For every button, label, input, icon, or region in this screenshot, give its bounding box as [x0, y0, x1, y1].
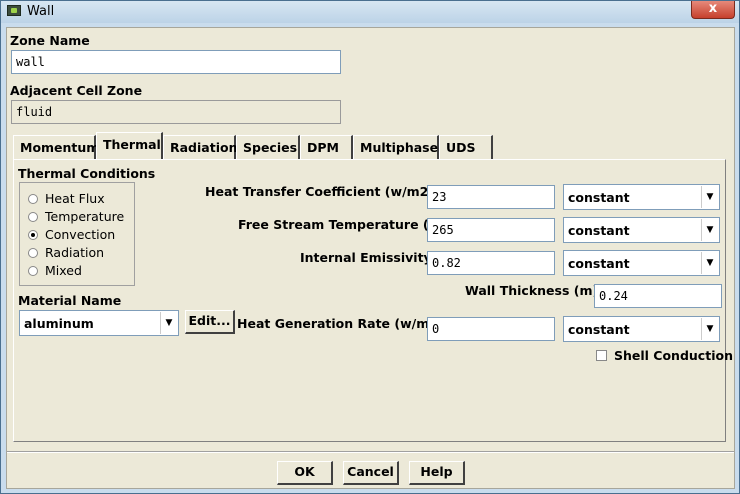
tab-multiphase[interactable]: Multiphase	[353, 135, 439, 159]
radio-temperature-label: Temperature	[45, 209, 125, 224]
chevron-down-icon: ▼	[160, 312, 177, 334]
hgr-label: Heat Generation Rate (w/m3)	[237, 316, 444, 331]
radio-heat-flux[interactable]	[28, 194, 38, 204]
htc-profile-value: constant	[568, 190, 630, 205]
chevron-down-icon: ▼	[701, 318, 718, 340]
hgr-profile-select[interactable]: constant ▼	[563, 316, 720, 342]
tab-uds[interactable]: UDS	[439, 135, 493, 159]
tab-momentum[interactable]: Momentum	[13, 135, 99, 159]
material-name-value: aluminum	[24, 316, 94, 331]
tab-thermal[interactable]: Thermal	[96, 132, 163, 160]
wall-thickness-label: Wall Thickness (m)	[465, 283, 599, 298]
chevron-down-icon: ▼	[701, 252, 718, 274]
material-name-label: Material Name	[18, 293, 122, 308]
help-button[interactable]: Help	[409, 461, 465, 485]
emissivity-profile-value: constant	[568, 256, 630, 271]
emissivity-label: Internal Emissivity	[300, 250, 432, 265]
tab-radiation[interactable]: Radiation	[163, 135, 237, 159]
radio-mixed-label: Mixed	[45, 263, 82, 278]
title-bar[interactable]: Wall x	[1, 1, 739, 23]
adjacent-cell-zone-field: fluid	[11, 100, 341, 124]
radio-mixed[interactable]	[28, 266, 38, 276]
wall-dialog-window: Wall x Zone Name wall Adjacent Cell Zone…	[0, 0, 740, 494]
ok-button[interactable]: OK	[277, 461, 333, 485]
radio-heat-flux-label: Heat Flux	[45, 191, 105, 206]
radio-convection[interactable]	[28, 230, 38, 240]
htc-label: Heat Transfer Coefficient (w/m2-k)	[205, 184, 448, 199]
emissivity-profile-select[interactable]: constant ▼	[563, 250, 720, 276]
chevron-down-icon: ▼	[701, 186, 718, 208]
close-button[interactable]: x	[691, 1, 735, 19]
htc-profile-select[interactable]: constant ▼	[563, 184, 720, 210]
htc-input[interactable]: 23	[427, 185, 555, 209]
cancel-button[interactable]: Cancel	[343, 461, 399, 485]
close-icon: x	[708, 1, 718, 16]
fst-input[interactable]: 265	[427, 218, 555, 242]
emissivity-input[interactable]: 0.82	[427, 251, 555, 275]
bottom-divider	[7, 451, 734, 453]
shell-conduction-label: Shell Conduction	[614, 348, 733, 363]
fst-profile-select[interactable]: constant ▼	[563, 217, 720, 243]
radio-convection-label: Convection	[45, 227, 116, 242]
zone-name-label: Zone Name	[10, 33, 90, 48]
radio-temperature[interactable]	[28, 212, 38, 222]
shell-conduction-checkbox[interactable]	[596, 350, 607, 361]
hgr-input[interactable]: 0	[427, 317, 555, 341]
material-name-select[interactable]: aluminum ▼	[19, 310, 179, 336]
dialog-body: Zone Name wall Adjacent Cell Zone fluid …	[6, 27, 735, 489]
tab-dpm[interactable]: DPM	[300, 135, 353, 159]
chevron-down-icon: ▼	[701, 219, 718, 241]
fluent-app-icon	[7, 5, 21, 16]
fst-label: Free Stream Temperature (k)	[238, 217, 443, 232]
window-title: Wall	[27, 4, 55, 19]
fst-profile-value: constant	[568, 223, 630, 238]
tab-species[interactable]: Species	[236, 135, 300, 159]
thermal-conditions-label: Thermal Conditions	[18, 166, 156, 181]
adjacent-cell-zone-label: Adjacent Cell Zone	[10, 83, 143, 98]
radio-radiation-label: Radiation	[45, 245, 105, 260]
radio-radiation[interactable]	[28, 248, 38, 258]
zone-name-input[interactable]: wall	[11, 50, 341, 74]
edit-material-button[interactable]: Edit...	[185, 310, 235, 334]
wall-thickness-input[interactable]: 0.24	[594, 284, 722, 308]
hgr-profile-value: constant	[568, 322, 630, 337]
